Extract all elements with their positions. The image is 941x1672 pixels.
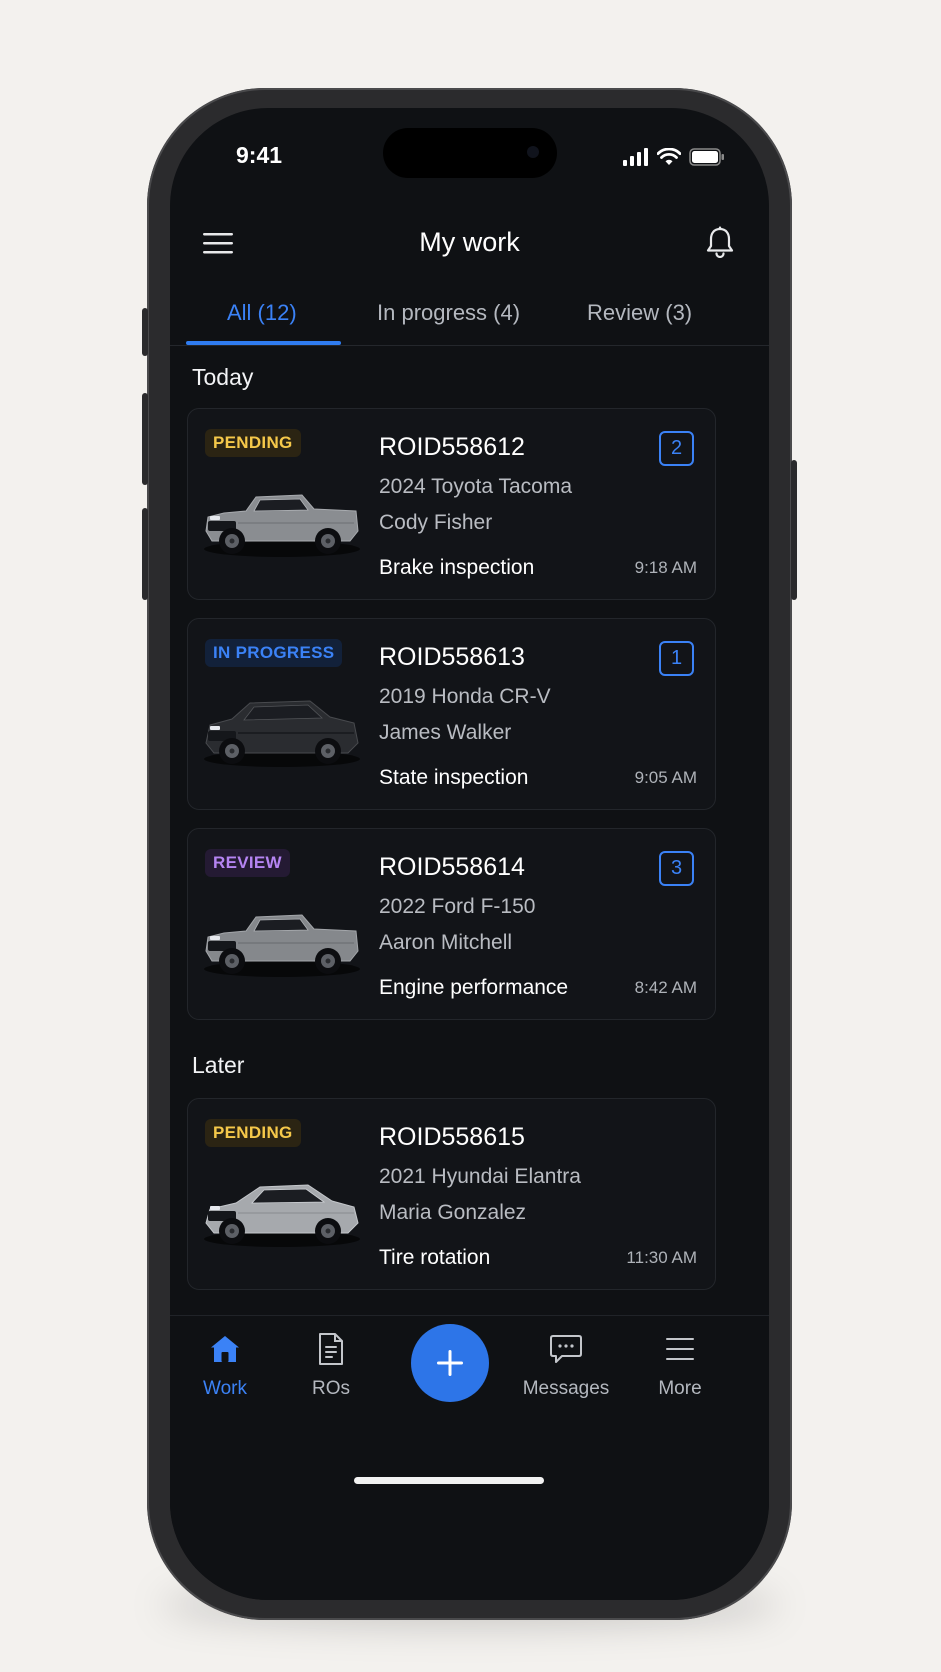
- vehicle-image: [204, 494, 360, 557]
- status-badge: IN PROGRESS: [205, 639, 343, 667]
- count-badge[interactable]: 1: [659, 641, 694, 676]
- more-menu-icon: [666, 1338, 694, 1360]
- tab-all[interactable]: All (12): [227, 300, 297, 326]
- bell-icon: [706, 226, 734, 258]
- customer-name: James Walker: [379, 721, 512, 744]
- home-icon: [211, 1336, 239, 1362]
- cellular-signal-icon: [623, 148, 648, 166]
- work-order-card[interactable]: IN PROGRESS ROID558613 1 2019 Honda CR-V…: [187, 618, 716, 810]
- dynamic-island: [383, 128, 557, 178]
- nav-label-work: Work: [203, 1378, 247, 1399]
- nav-label-messages: Messages: [522, 1378, 610, 1399]
- customer-name: Cody Fisher: [379, 511, 493, 534]
- work-order-card[interactable]: PENDING ROID558612 2 2024 Toyota Tacoma …: [187, 408, 716, 600]
- vehicle-image: [204, 700, 360, 767]
- battery-icon: [689, 148, 724, 166]
- work-order-card[interactable]: REVIEW ROID558614 3 2022 Ford F-150 Aaro…: [187, 828, 716, 1020]
- camera-dot: [527, 146, 539, 158]
- volume-down-button: [142, 508, 148, 600]
- service-type: Tire rotation: [379, 1246, 491, 1269]
- count-badge[interactable]: 3: [659, 851, 694, 886]
- status-badge: PENDING: [205, 1119, 301, 1147]
- ro-number: ROID558612: [379, 433, 525, 461]
- add-button[interactable]: [411, 1324, 489, 1402]
- volume-up-button: [142, 393, 148, 485]
- tab-in-progress[interactable]: In progress (4): [377, 300, 520, 326]
- wifi-icon: [657, 148, 681, 165]
- page-title: My work: [419, 227, 520, 257]
- ro-number: ROID558615: [379, 1123, 525, 1151]
- home-indicator: [354, 1477, 544, 1484]
- vehicle-name: 2024 Toyota Tacoma: [379, 475, 573, 498]
- nav-label-more: More: [658, 1378, 702, 1399]
- app-header: My work: [170, 213, 769, 273]
- ro-number: ROID558613: [379, 643, 525, 671]
- nav-item-messages[interactable]: Messages: [506, 1328, 626, 1400]
- tab-review[interactable]: Review (3): [587, 300, 692, 326]
- customer-name: Aaron Mitchell: [379, 931, 513, 954]
- service-type: Brake inspection: [379, 556, 535, 579]
- status-badge: PENDING: [205, 429, 301, 457]
- nav-item-work[interactable]: Work: [170, 1328, 280, 1400]
- vehicle-image: [204, 1184, 360, 1247]
- active-tab-indicator: [186, 341, 341, 345]
- work-order-card[interactable]: PENDING ROID558615 2021 Hyundai Elantra …: [187, 1098, 716, 1290]
- vehicle-image: [204, 914, 360, 977]
- appointment-time: 9:05 AM: [634, 768, 697, 787]
- document-icon: [319, 1333, 343, 1365]
- ro-number: ROID558614: [379, 853, 525, 881]
- filter-tabs: All (12) In progress (4) Review (3): [170, 286, 769, 346]
- chat-bubble-icon: [550, 1335, 582, 1363]
- customer-name: Maria Gonzalez: [379, 1201, 527, 1224]
- status-bar: 9:41: [170, 108, 769, 198]
- section-header-today: Today: [192, 364, 254, 390]
- nav-item-more[interactable]: More: [625, 1328, 735, 1400]
- section-header-later: Later: [192, 1052, 245, 1078]
- bottom-navigation: Work ROs Messages More: [170, 1315, 769, 1600]
- plus-icon: [437, 1350, 463, 1376]
- status-icons: [623, 148, 725, 166]
- vehicle-name: 2019 Honda CR-V: [379, 685, 551, 708]
- appointment-time: 11:30 AM: [626, 1248, 697, 1267]
- status-badge: REVIEW: [205, 849, 290, 877]
- phone-frame: 9:41 My work All (12) In progress (4) Re…: [142, 88, 797, 1620]
- app-screen: 9:41 My work All (12) In progress (4) Re…: [170, 108, 769, 1600]
- status-time: 9:41: [236, 142, 283, 168]
- notifications-button[interactable]: [701, 223, 739, 261]
- service-type: Engine performance: [379, 976, 569, 999]
- service-type: State inspection: [379, 766, 529, 789]
- nav-label-ros: ROs: [312, 1378, 350, 1399]
- vehicle-name: 2022 Ford F-150: [379, 895, 536, 918]
- action-button: [142, 308, 148, 356]
- appointment-time: 9:18 AM: [634, 558, 697, 577]
- appointment-time: 8:42 AM: [634, 978, 697, 997]
- vehicle-name: 2021 Hyundai Elantra: [379, 1165, 581, 1188]
- count-badge[interactable]: 2: [659, 431, 694, 466]
- power-button: [791, 460, 797, 600]
- nav-item-ros[interactable]: ROs: [276, 1328, 386, 1400]
